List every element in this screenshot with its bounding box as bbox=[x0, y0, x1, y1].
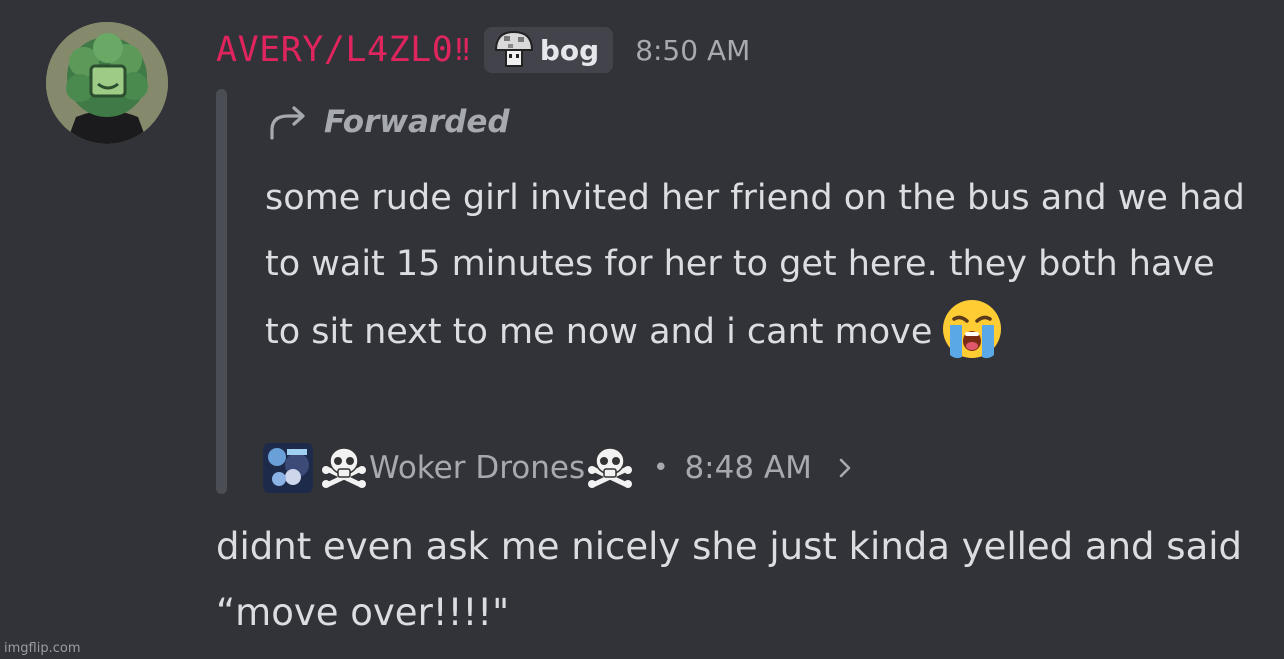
message-text: didnt even ask me nicely she just kinda … bbox=[216, 525, 1243, 634]
source-timestamp[interactable]: 8:48 AM bbox=[684, 450, 811, 486]
forwarded-label: Forwarded bbox=[266, 100, 510, 144]
source-channel-name[interactable]: Woker Drones bbox=[369, 450, 585, 486]
source-server-icon bbox=[263, 443, 313, 493]
watermark: imgflip.com bbox=[4, 641, 81, 656]
author-name-suffix: ‼ bbox=[455, 32, 470, 68]
forwarded-message-text: some rude girl invited her friend on the… bbox=[265, 178, 1245, 352]
separator-dot: • bbox=[653, 453, 669, 483]
avatar[interactable] bbox=[46, 22, 168, 144]
message-timestamp[interactable]: 8:50 AM bbox=[635, 34, 750, 67]
forward-quote-bar bbox=[216, 89, 227, 494]
forward-source[interactable]: Woker Drones • 8:48 AM bbox=[263, 440, 858, 496]
loudly-crying-face-icon bbox=[943, 300, 1002, 359]
forwarded-label-text: Forwarded bbox=[324, 104, 510, 140]
message-header: AVERY/L4ZL0 ‼ bog 8:50 AM bbox=[216, 22, 750, 78]
forwarded-message-content: some rude girl invited her friend on the… bbox=[265, 165, 1255, 365]
author-name[interactable]: AVERY/L4ZL0 bbox=[216, 30, 453, 70]
skull-crossbones-icon bbox=[322, 447, 366, 488]
server-tag-label: bog bbox=[539, 33, 600, 67]
forward-arrow-icon bbox=[270, 106, 305, 140]
chevron-right-icon[interactable] bbox=[832, 453, 858, 483]
skull-crossbones-icon bbox=[588, 447, 633, 488]
server-tag[interactable]: bog bbox=[483, 27, 614, 73]
mushroom-icon bbox=[494, 30, 533, 67]
